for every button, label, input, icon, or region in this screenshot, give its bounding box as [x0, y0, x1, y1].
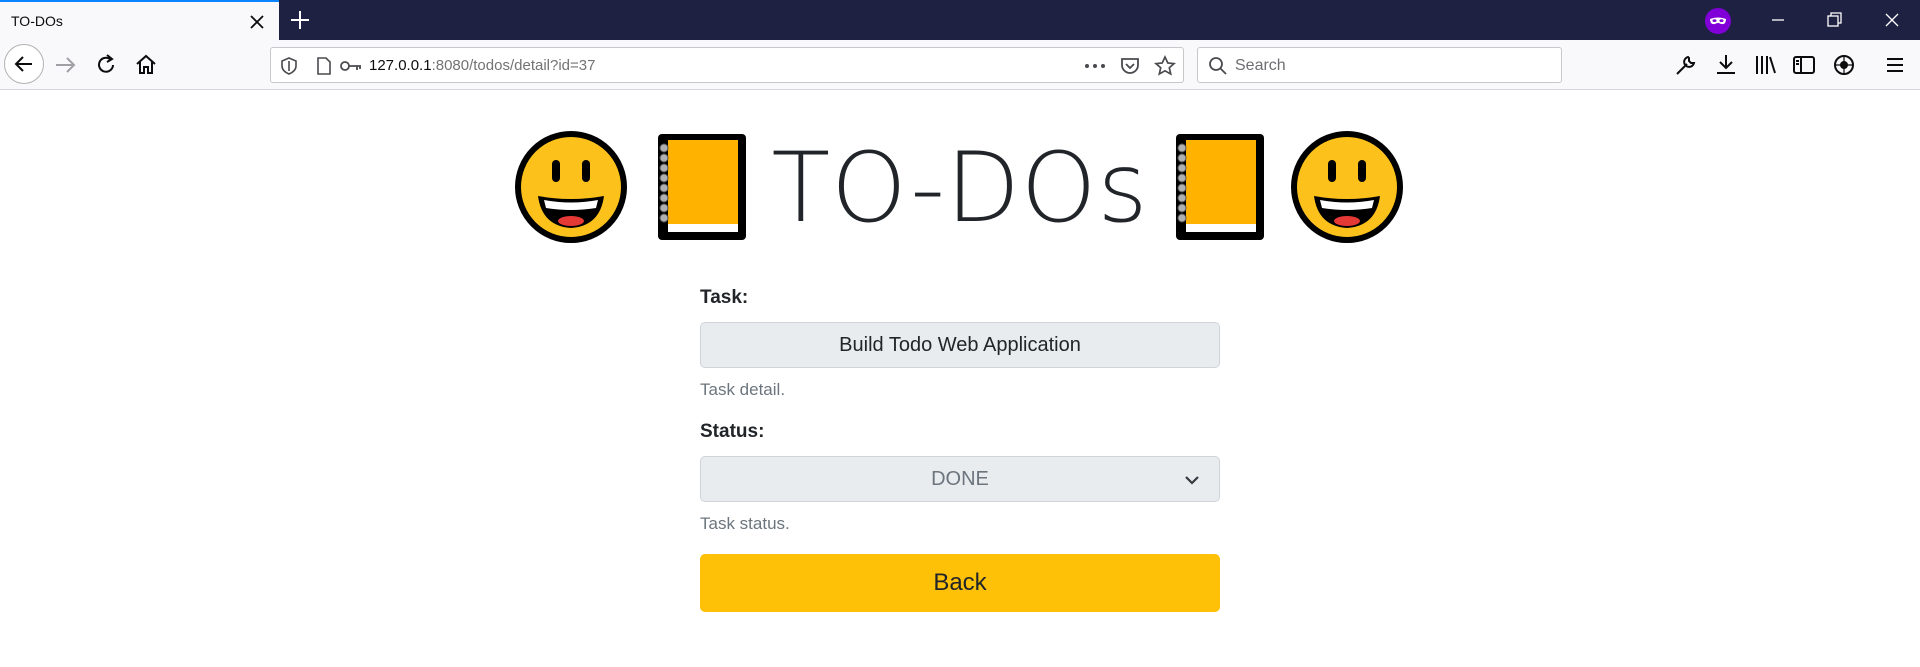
library-icon[interactable]: [1752, 52, 1778, 78]
pocket-icon[interactable]: [1119, 55, 1141, 77]
close-tab-icon[interactable]: [246, 11, 268, 33]
bookmark-star-icon[interactable]: [1153, 54, 1177, 78]
private-browsing-icon: [1705, 8, 1731, 34]
close-window-icon[interactable]: [1880, 8, 1904, 32]
key-icon[interactable]: [339, 57, 363, 75]
home-icon[interactable]: [132, 51, 160, 79]
page-header: TO-DOs: [0, 128, 1920, 248]
tab-title: TO-DOs: [11, 13, 63, 29]
wrench-icon[interactable]: [1673, 52, 1699, 78]
status-label: Status:: [700, 421, 765, 442]
status-selected-value: DONE: [931, 467, 989, 490]
search-icon: [1209, 57, 1227, 75]
task-field[interactable]: Build Todo Web Application: [700, 322, 1220, 368]
forward-icon[interactable]: [52, 51, 80, 79]
search-bar[interactable]: Search: [1197, 47, 1562, 83]
status-help-text: Task status.: [700, 514, 790, 533]
restore-icon[interactable]: [1822, 8, 1846, 32]
url-bar[interactable]: 127.0.0.1:8080/todos/detail?id=37: [270, 47, 1184, 83]
chevron-down-icon: [1185, 476, 1199, 485]
tab-todos[interactable]: TO-DOs: [0, 0, 279, 40]
notebook-icon: [1176, 134, 1264, 240]
more-actions-icon[interactable]: [1083, 58, 1107, 74]
page-icon: [317, 57, 331, 75]
menu-icon[interactable]: [1882, 52, 1908, 78]
search-placeholder: Search: [1235, 57, 1286, 74]
todo-detail-form: Task: Build Todo Web Application Task de…: [700, 284, 1220, 612]
extension-globe-icon[interactable]: [1831, 52, 1857, 78]
tab-strip: TO-DOs: [0, 0, 1920, 40]
url-path: :8080/todos/detail?id=37: [431, 57, 596, 74]
back-link-button[interactable]: Back: [700, 554, 1220, 612]
grinning-face-icon: [515, 131, 627, 243]
page-title: TO-DOs: [771, 132, 1149, 244]
shield-icon[interactable]: [279, 56, 299, 76]
task-label: Task:: [700, 287, 749, 308]
minimize-icon[interactable]: [1766, 8, 1790, 32]
url-host: 127.0.0.1: [369, 57, 432, 74]
task-help-text: Task detail.: [700, 380, 786, 399]
sidebar-icon[interactable]: [1791, 52, 1817, 78]
new-tab-icon[interactable]: [288, 8, 312, 32]
nav-toolbar: 127.0.0.1:8080/todos/detail?id=37 Search: [0, 40, 1920, 90]
status-select[interactable]: DONE: [700, 456, 1220, 502]
reload-icon[interactable]: [92, 51, 120, 79]
url-text[interactable]: 127.0.0.1:8080/todos/detail?id=37: [369, 57, 595, 74]
download-icon[interactable]: [1713, 52, 1739, 78]
arrow-left-icon: [14, 56, 32, 72]
grinning-face-icon: [1291, 131, 1403, 243]
back-button[interactable]: [4, 44, 44, 84]
notebook-icon: [658, 134, 746, 240]
